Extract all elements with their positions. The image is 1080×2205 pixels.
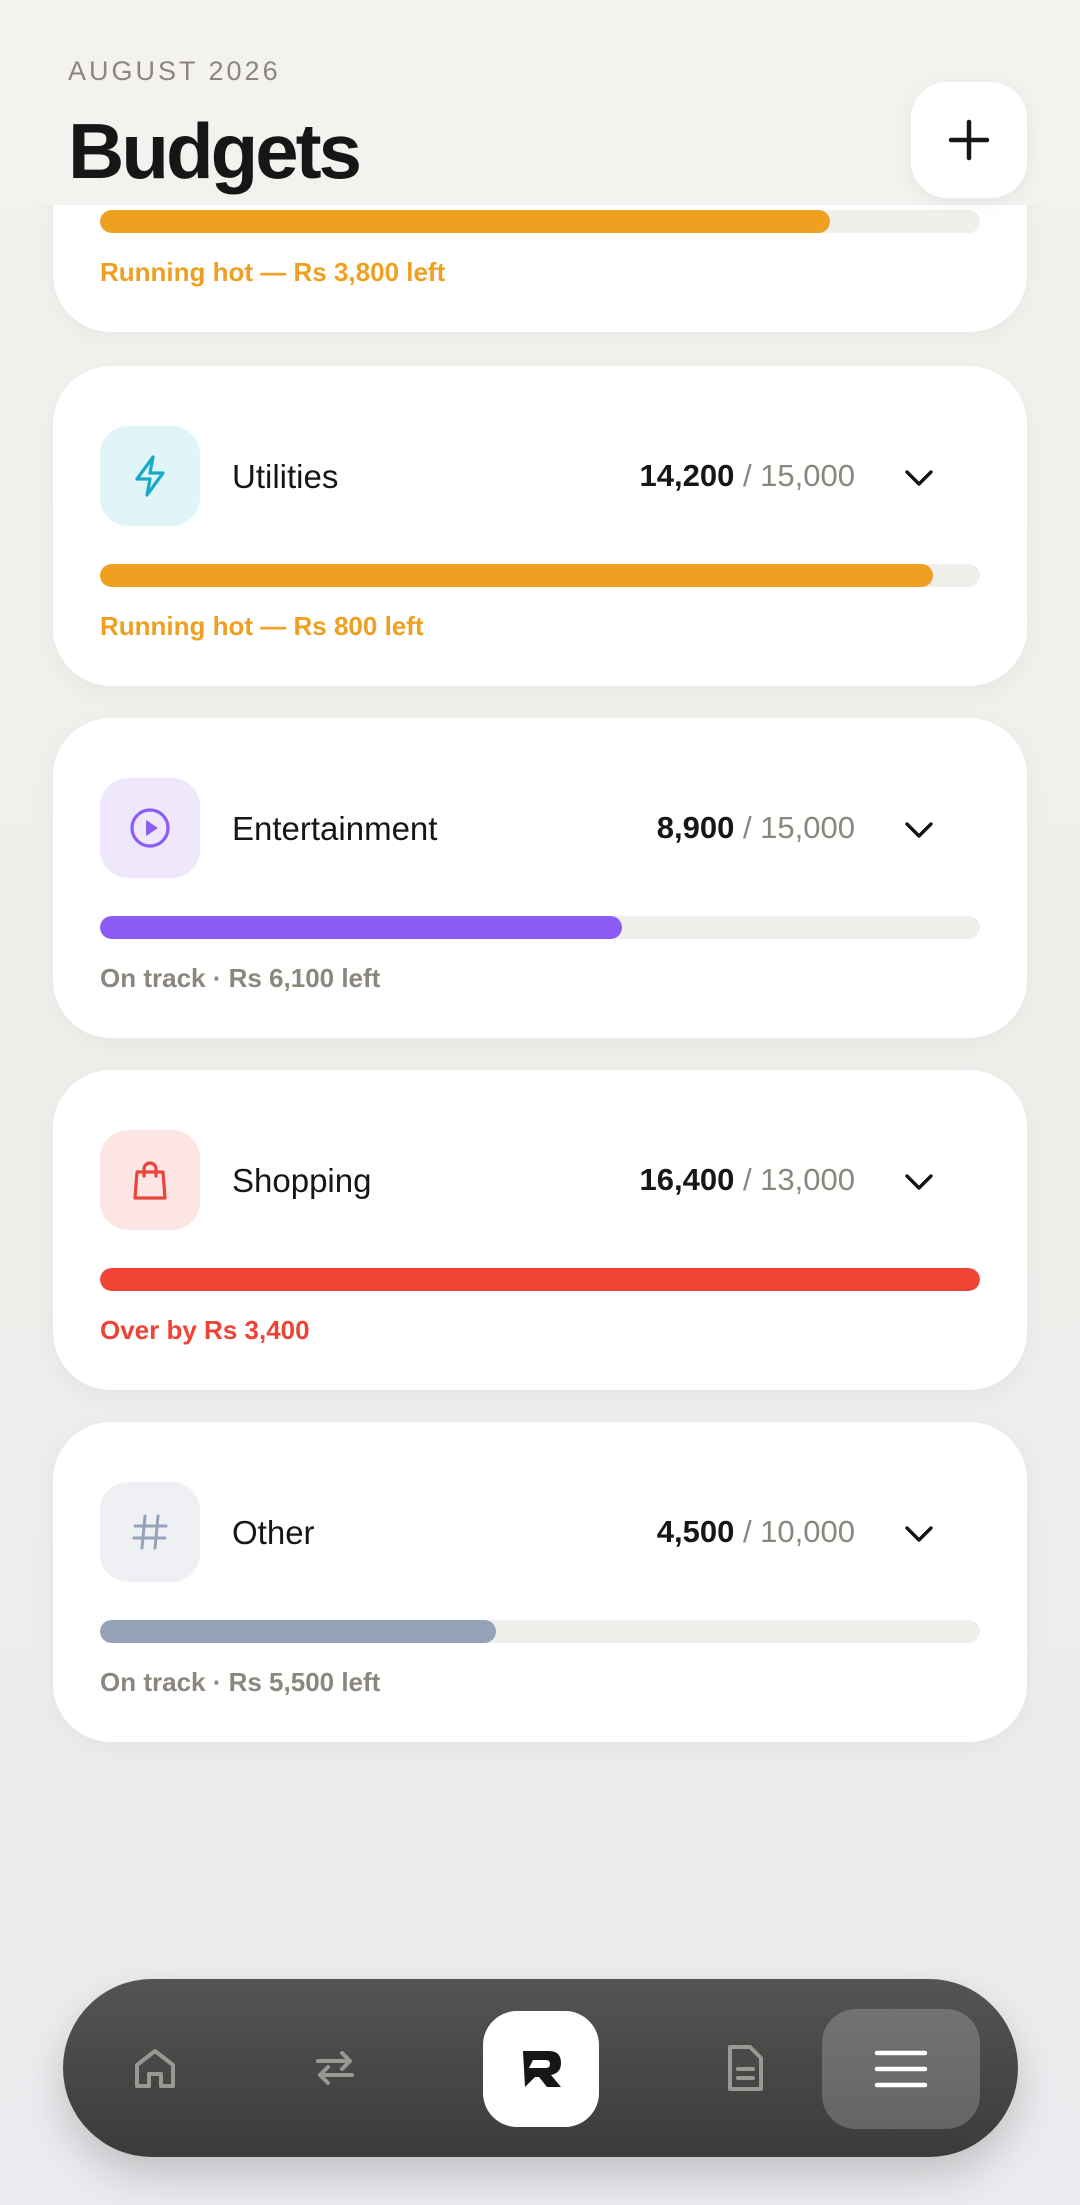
- lightning-icon: [100, 426, 200, 526]
- progress-fill: [100, 1620, 496, 1643]
- progress-track: [100, 1268, 980, 1291]
- progress-track: [100, 1620, 980, 1643]
- chevron-down-icon[interactable]: [899, 458, 939, 498]
- add-budget-button[interactable]: [911, 82, 1027, 198]
- tab-reports[interactable]: [705, 2028, 785, 2108]
- spent-amount: 16,400: [639, 1162, 735, 1197]
- bottom-tab-bar: [63, 1979, 1018, 2157]
- limit-amount: / 15,000: [742, 458, 855, 493]
- limit-amount: / 10,000: [742, 1514, 855, 1549]
- hash-icon: [100, 1482, 200, 1582]
- tab-home[interactable]: [115, 2028, 195, 2108]
- budget-status: On track · Rs 6,100 left: [100, 963, 381, 993]
- budget-amounts: 4,500 / 10,000: [657, 1514, 855, 1550]
- chevron-down-icon[interactable]: [899, 810, 939, 850]
- plus-icon: [948, 119, 990, 161]
- budget-status: On track · Rs 5,500 left: [100, 1667, 381, 1697]
- play-icon: [100, 778, 200, 878]
- category-name: Entertainment: [232, 810, 438, 847]
- transfer-icon: [316, 2051, 354, 2085]
- app-logo-icon: [523, 2051, 561, 2087]
- budget-card-other[interactable]: Other 4,500 / 10,000 On track · Rs 5,500…: [53, 1422, 1027, 1742]
- limit-amount: / 13,000: [742, 1162, 855, 1197]
- limit-amount: / 15,000: [742, 810, 855, 845]
- budget-amounts: 8,900 / 15,000: [657, 810, 855, 846]
- page-title: Budgets: [68, 107, 362, 195]
- progress-track: [100, 210, 980, 233]
- home-icon: [135, 2049, 175, 2088]
- tab-transactions[interactable]: [295, 2028, 375, 2108]
- menu-icon: [874, 2050, 928, 2088]
- budget-card-utilities[interactable]: Utilities 14,200 / 15,000 Running hot — …: [53, 366, 1027, 686]
- document-icon: [728, 2045, 763, 2091]
- budget-list: Running hot — Rs 3,800 left Utilities 14…: [0, 205, 1080, 2105]
- progress-fill: [100, 564, 934, 587]
- progress-fill: [100, 210, 831, 233]
- category-name: Other: [232, 1514, 315, 1551]
- progress-track: [100, 916, 980, 939]
- budget-card-shopping[interactable]: Shopping 16,400 / 13,000 Over by Rs 3,40…: [53, 1070, 1027, 1390]
- chevron-down-icon[interactable]: [899, 1514, 939, 1554]
- category-name: Shopping: [232, 1162, 372, 1199]
- budget-status: Running hot — Rs 3,800 left: [100, 257, 446, 287]
- shopping-bag-icon: [100, 1130, 200, 1230]
- month-label: AUGUST 2026: [68, 56, 281, 86]
- progress-fill: [100, 916, 622, 939]
- budget-card-entertainment[interactable]: Entertainment 8,900 / 15,000 On track · …: [53, 718, 1027, 1038]
- progress-track: [100, 564, 980, 587]
- page-header: AUGUST 2026 Budgets: [0, 0, 1080, 205]
- chevron-down-icon[interactable]: [899, 1162, 939, 1202]
- budget-card-partial[interactable]: Running hot — Rs 3,800 left: [53, 205, 1027, 332]
- budget-status: Running hot — Rs 800 left: [100, 611, 424, 641]
- category-name: Utilities: [232, 458, 339, 495]
- budget-amounts: 16,400 / 13,000: [640, 1162, 856, 1198]
- budget-amounts: 14,200 / 15,000: [640, 458, 856, 494]
- budget-status: Over by Rs 3,400: [100, 1315, 310, 1345]
- spent-amount: 8,900: [656, 810, 735, 845]
- spent-amount: 14,200: [639, 458, 735, 493]
- tab-home-logo[interactable]: [483, 2011, 599, 2127]
- progress-fill: [100, 1268, 980, 1291]
- spent-amount: 4,500: [656, 1514, 735, 1549]
- tab-menu[interactable]: [822, 2009, 980, 2129]
